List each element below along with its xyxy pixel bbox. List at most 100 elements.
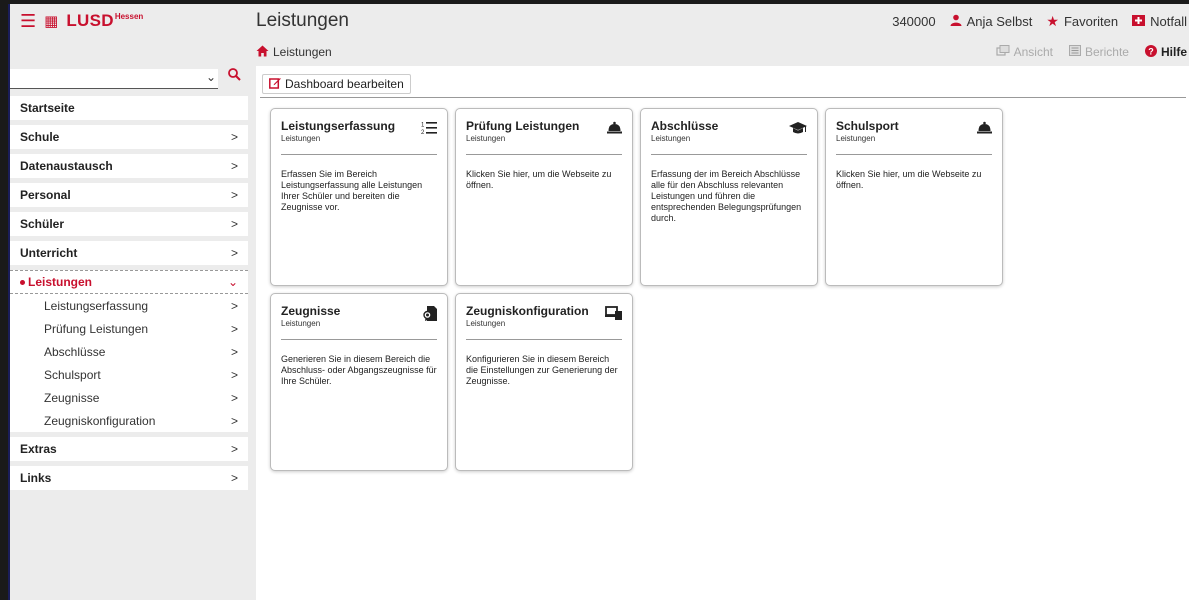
divider <box>260 97 1186 98</box>
devices-icon <box>605 306 622 323</box>
chevron-down-icon[interactable]: ⌄ <box>206 70 216 84</box>
chevron-right-icon: > <box>230 217 238 231</box>
sidebar-subitem-zeugniskonfiguration[interactable]: Zeugniskonfiguration > <box>10 409 248 432</box>
top-bar: ☰ ▦ LUSDHessen Leistungen 340000 Anja Se… <box>10 4 1189 38</box>
bell-icon <box>977 121 992 137</box>
breadcrumb-bar: Leistungen Ansicht Berichte ? Hilfe <box>256 38 1189 66</box>
sidebar-subitem-label: Prüfung Leistungen <box>44 321 149 336</box>
emergency-button[interactable]: Notfall <box>1132 14 1187 29</box>
breadcrumb[interactable]: Leistungen <box>256 45 332 60</box>
favorites-label: Favoriten <box>1063 13 1119 29</box>
chevron-right-icon: > <box>230 188 238 202</box>
tile-subtitle: Leistungen <box>466 134 506 143</box>
tile-subtitle: Leistungen <box>466 319 506 328</box>
tile-title: Leistungserfassung <box>281 119 396 133</box>
tile-pruefung-leistungen[interactable]: Prüfung Leistungen Leistungen Klicken Si… <box>455 108 633 286</box>
main-content: Dashboard bearbeiten Leistungserfassung … <box>256 66 1189 600</box>
tile-title: Abschlüsse <box>651 119 719 133</box>
dashboard-edit-label: Dashboard bearbeiten <box>285 77 404 91</box>
sidebar-item-unterricht[interactable]: Unterricht > <box>10 241 248 265</box>
sidebar-item-schueler[interactable]: Schüler > <box>10 212 248 236</box>
sidebar-submenu: Leistungserfassung > Prüfung Leistungen … <box>10 294 248 432</box>
tile-description: Klicken Sie hier, um die Webseite zu öff… <box>836 169 982 190</box>
help-label: Hilfe <box>1160 45 1187 59</box>
sidebar-subitem-pruefung-leistungen[interactable]: Prüfung Leistungen > <box>10 317 248 340</box>
sidebar-item-leistungen[interactable]: Leistungen ⌄ <box>10 270 248 294</box>
tile-abschluesse[interactable]: Abschlüsse Leistungen Erfassung der im B… <box>640 108 818 286</box>
sidebar-subitem-label: Abschlüsse <box>44 344 106 359</box>
logo[interactable]: LUSDHessen <box>66 11 143 31</box>
calendar-icon[interactable]: ▦ <box>44 14 58 29</box>
tile-header: Abschlüsse Leistungen <box>651 119 807 155</box>
bell-icon <box>607 121 622 137</box>
sidebar-item-label: Schule <box>20 130 60 144</box>
sidebar-subitem-schulsport[interactable]: Schulsport > <box>10 363 248 386</box>
star-icon: ★ <box>1046 12 1059 29</box>
reports-icon <box>1068 45 1081 59</box>
search-icon[interactable] <box>228 68 241 84</box>
chevron-right-icon: > <box>230 367 238 382</box>
tile-header: Prüfung Leistungen Leistungen <box>466 119 622 155</box>
tile-description: Erfassung der im Bereich Abschlüsse alle… <box>651 169 802 223</box>
sidebar-item-personal[interactable]: Personal > <box>10 183 248 207</box>
sidebar-subitem-leistungserfassung[interactable]: Leistungserfassung > <box>10 294 248 317</box>
tile-zeugniskonfiguration[interactable]: Zeugniskonfiguration Leistungen Konfigur… <box>455 293 633 471</box>
crumb-actions: Ansicht Berichte ? Hilfe <box>995 44 1189 60</box>
search-box: ⌄ <box>10 68 246 90</box>
sidebar-item-datenaustausch[interactable]: Datenaustausch > <box>10 154 248 178</box>
sidebar-item-label: Links <box>20 471 52 485</box>
school-number: 340000 <box>892 13 936 29</box>
sidebar-item-label: Schüler <box>20 217 65 231</box>
sidebar-subitem-zeugnisse[interactable]: Zeugnisse > <box>10 386 248 409</box>
view-icon <box>995 45 1010 59</box>
sidebar-item-links[interactable]: Links > <box>10 466 248 490</box>
first-aid-icon <box>1132 14 1146 29</box>
breadcrumb-label[interactable]: Leistungen <box>273 45 332 59</box>
tile-description: Erfassen Sie im Bereich Leistungserfassu… <box>281 169 423 212</box>
chevron-right-icon: > <box>230 413 238 428</box>
tile-schulsport[interactable]: Schulsport Leistungen Klicken Sie hier, … <box>825 108 1003 286</box>
sidebar-item-label: Personal <box>20 188 71 202</box>
sidebar-subitem-label: Zeugnisse <box>44 390 100 405</box>
chevron-down-icon: ⌄ <box>227 275 238 289</box>
top-right-menu: 340000 Anja Selbst ★ Favoriten Notfall <box>892 13 1189 30</box>
tile-leistungserfassung[interactable]: Leistungserfassung Leistungen 12 Erfasse… <box>270 108 448 286</box>
tile-title: Prüfung Leistungen <box>466 119 580 133</box>
sidebar-item-label: Datenaustausch <box>20 159 113 173</box>
tile-subtitle: Leistungen <box>651 134 691 143</box>
chevron-right-icon: > <box>230 321 238 336</box>
tile-subtitle: Leistungen <box>281 319 321 328</box>
active-dot-icon <box>20 280 25 286</box>
sidebar-item-label: Leistungen <box>28 275 93 289</box>
sidebar-item-extras[interactable]: Extras > <box>10 437 248 461</box>
sidebar-item-startseite[interactable]: Startseite <box>10 96 248 120</box>
sidebar-subitem-abschluesse[interactable]: Abschlüsse > <box>10 340 248 363</box>
search-input[interactable] <box>10 69 218 89</box>
chevron-right-icon: > <box>230 390 238 405</box>
tile-header: Zeugnisse Leistungen <box>281 304 437 340</box>
view-button[interactable]: Ansicht <box>995 45 1053 59</box>
dashboard-edit-button[interactable]: Dashboard bearbeiten <box>262 74 411 94</box>
help-button[interactable]: ? Hilfe <box>1144 44 1187 60</box>
chevron-right-icon: > <box>230 298 238 313</box>
reports-button[interactable]: Berichte <box>1068 45 1129 59</box>
user-menu[interactable]: Anja Selbst <box>950 13 1033 29</box>
page-title: Leistungen <box>256 10 349 31</box>
tile-description: Klicken Sie hier, um die Webseite zu öff… <box>466 169 612 190</box>
reports-label: Berichte <box>1084 45 1129 59</box>
menu-icon[interactable]: ☰ <box>20 12 36 30</box>
certificate-file-icon <box>423 306 437 324</box>
home-icon[interactable] <box>256 45 269 60</box>
favorites-button[interactable]: ★ Favoriten <box>1046 13 1118 30</box>
sidebar-item-label: Extras <box>20 442 57 456</box>
chevron-right-icon: > <box>230 442 238 456</box>
svg-text:1: 1 <box>421 123 425 129</box>
edit-icon <box>269 77 281 92</box>
user-name: Anja Selbst <box>966 13 1033 29</box>
help-icon: ? <box>1144 44 1157 60</box>
tile-zeugnisse[interactable]: Zeugnisse Leistungen Generieren Sie in d… <box>270 293 448 471</box>
tile-header: Leistungserfassung Leistungen 12 <box>281 119 437 155</box>
sidebar-item-schule[interactable]: Schule > <box>10 125 248 149</box>
numbered-list-icon: 12 <box>421 121 437 138</box>
tile-title: Zeugniskonfiguration <box>466 304 589 318</box>
